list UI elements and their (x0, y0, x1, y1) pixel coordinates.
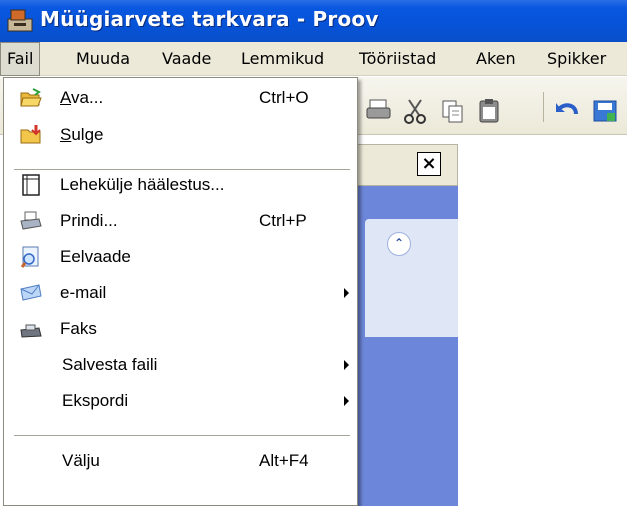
menu-item-page-setup[interactable]: Lehekülje häälestus... (7, 167, 356, 203)
menu-item-label: ulge (71, 125, 104, 144)
printer-icon[interactable] (364, 96, 394, 126)
mnemonic-a: A (60, 88, 72, 107)
mail-icon (20, 284, 42, 301)
menu-item-label: Eelvaade (60, 247, 131, 266)
menu-muuda[interactable]: Muuda (70, 42, 136, 76)
menu-item-close[interactable]: Sulge (7, 117, 356, 153)
menu-item-preview[interactable]: Eelvaade (7, 239, 356, 275)
shortcut-alt-f4: Alt+F4 (259, 451, 309, 470)
fax-icon (20, 324, 42, 338)
menu-spikker[interactable]: Spikker (541, 42, 612, 76)
window-title: Müügiarvete tarkvara - Proov (40, 7, 379, 31)
menu-item-print[interactable]: Prindi... Ctrl+P (7, 203, 356, 239)
menu-item-fax[interactable]: Faks (7, 311, 356, 347)
folder-close-icon (20, 125, 41, 144)
menu-vaade[interactable]: Vaade (156, 42, 217, 76)
menu-item-label: Salvesta faili (62, 355, 158, 374)
menu-item-save-to-file[interactable]: Salvesta faili (7, 347, 356, 383)
cut-icon[interactable] (400, 96, 430, 126)
copy-icon[interactable] (438, 96, 468, 126)
menu-item-label: e-mail (60, 283, 107, 302)
app-icon[interactable] (6, 7, 34, 35)
menu-item-label: va... (71, 88, 104, 107)
menu-fail[interactable]: Fail (0, 42, 41, 76)
printer-icon (20, 211, 42, 230)
menu-item-label: Välju (62, 451, 100, 470)
folder-open-icon (20, 88, 42, 107)
menu-aken[interactable]: Aken (470, 42, 522, 76)
submenu-arrow-icon (344, 360, 349, 370)
file-menu-dropdown: Ava... Ctrl+O Sulge Lehekülje häälestus.… (3, 77, 358, 506)
menu-item-label: Faks (60, 319, 97, 338)
menu-item-email[interactable]: e-mail (7, 275, 356, 311)
menu-item-label: Ekspordi (62, 391, 129, 410)
title-bar: Müügiarvete tarkvara - Proov (0, 0, 627, 42)
shortcut-ctrl-o: Ctrl+O (259, 88, 309, 107)
menu-bar: Fail Muuda Vaade Lemmikud Tööriistad Ake… (0, 42, 627, 76)
panel-close-button[interactable]: × (417, 152, 441, 176)
mnemonic-s: S (60, 125, 72, 144)
menu-separator (14, 435, 350, 437)
menu-item-open[interactable]: Ava... Ctrl+O (7, 80, 356, 116)
save-icon[interactable] (590, 96, 620, 126)
collapse-up-icon[interactable]: ⌃ (387, 232, 411, 256)
menu-lemmikud[interactable]: Lemmikud (235, 42, 330, 76)
submenu-arrow-icon (344, 396, 349, 406)
menu-tooriistad[interactable]: Tööriistad (353, 42, 442, 76)
panel-card (365, 219, 458, 337)
menu-item-exit[interactable]: Välju Alt+F4 (7, 443, 356, 479)
undo-icon[interactable] (552, 96, 582, 126)
page-setup-icon (22, 174, 40, 196)
menu-item-label: Lehekülje häälestus... (60, 175, 225, 194)
shortcut-ctrl-p: Ctrl+P (259, 211, 307, 230)
submenu-arrow-icon (344, 288, 349, 298)
panel-header (355, 144, 458, 186)
toolbar-separator (543, 92, 544, 122)
print-preview-icon (20, 246, 39, 268)
menu-item-export[interactable]: Ekspordi (7, 383, 356, 419)
menu-item-label: Prindi... (60, 211, 118, 230)
paste-icon[interactable] (474, 96, 504, 126)
